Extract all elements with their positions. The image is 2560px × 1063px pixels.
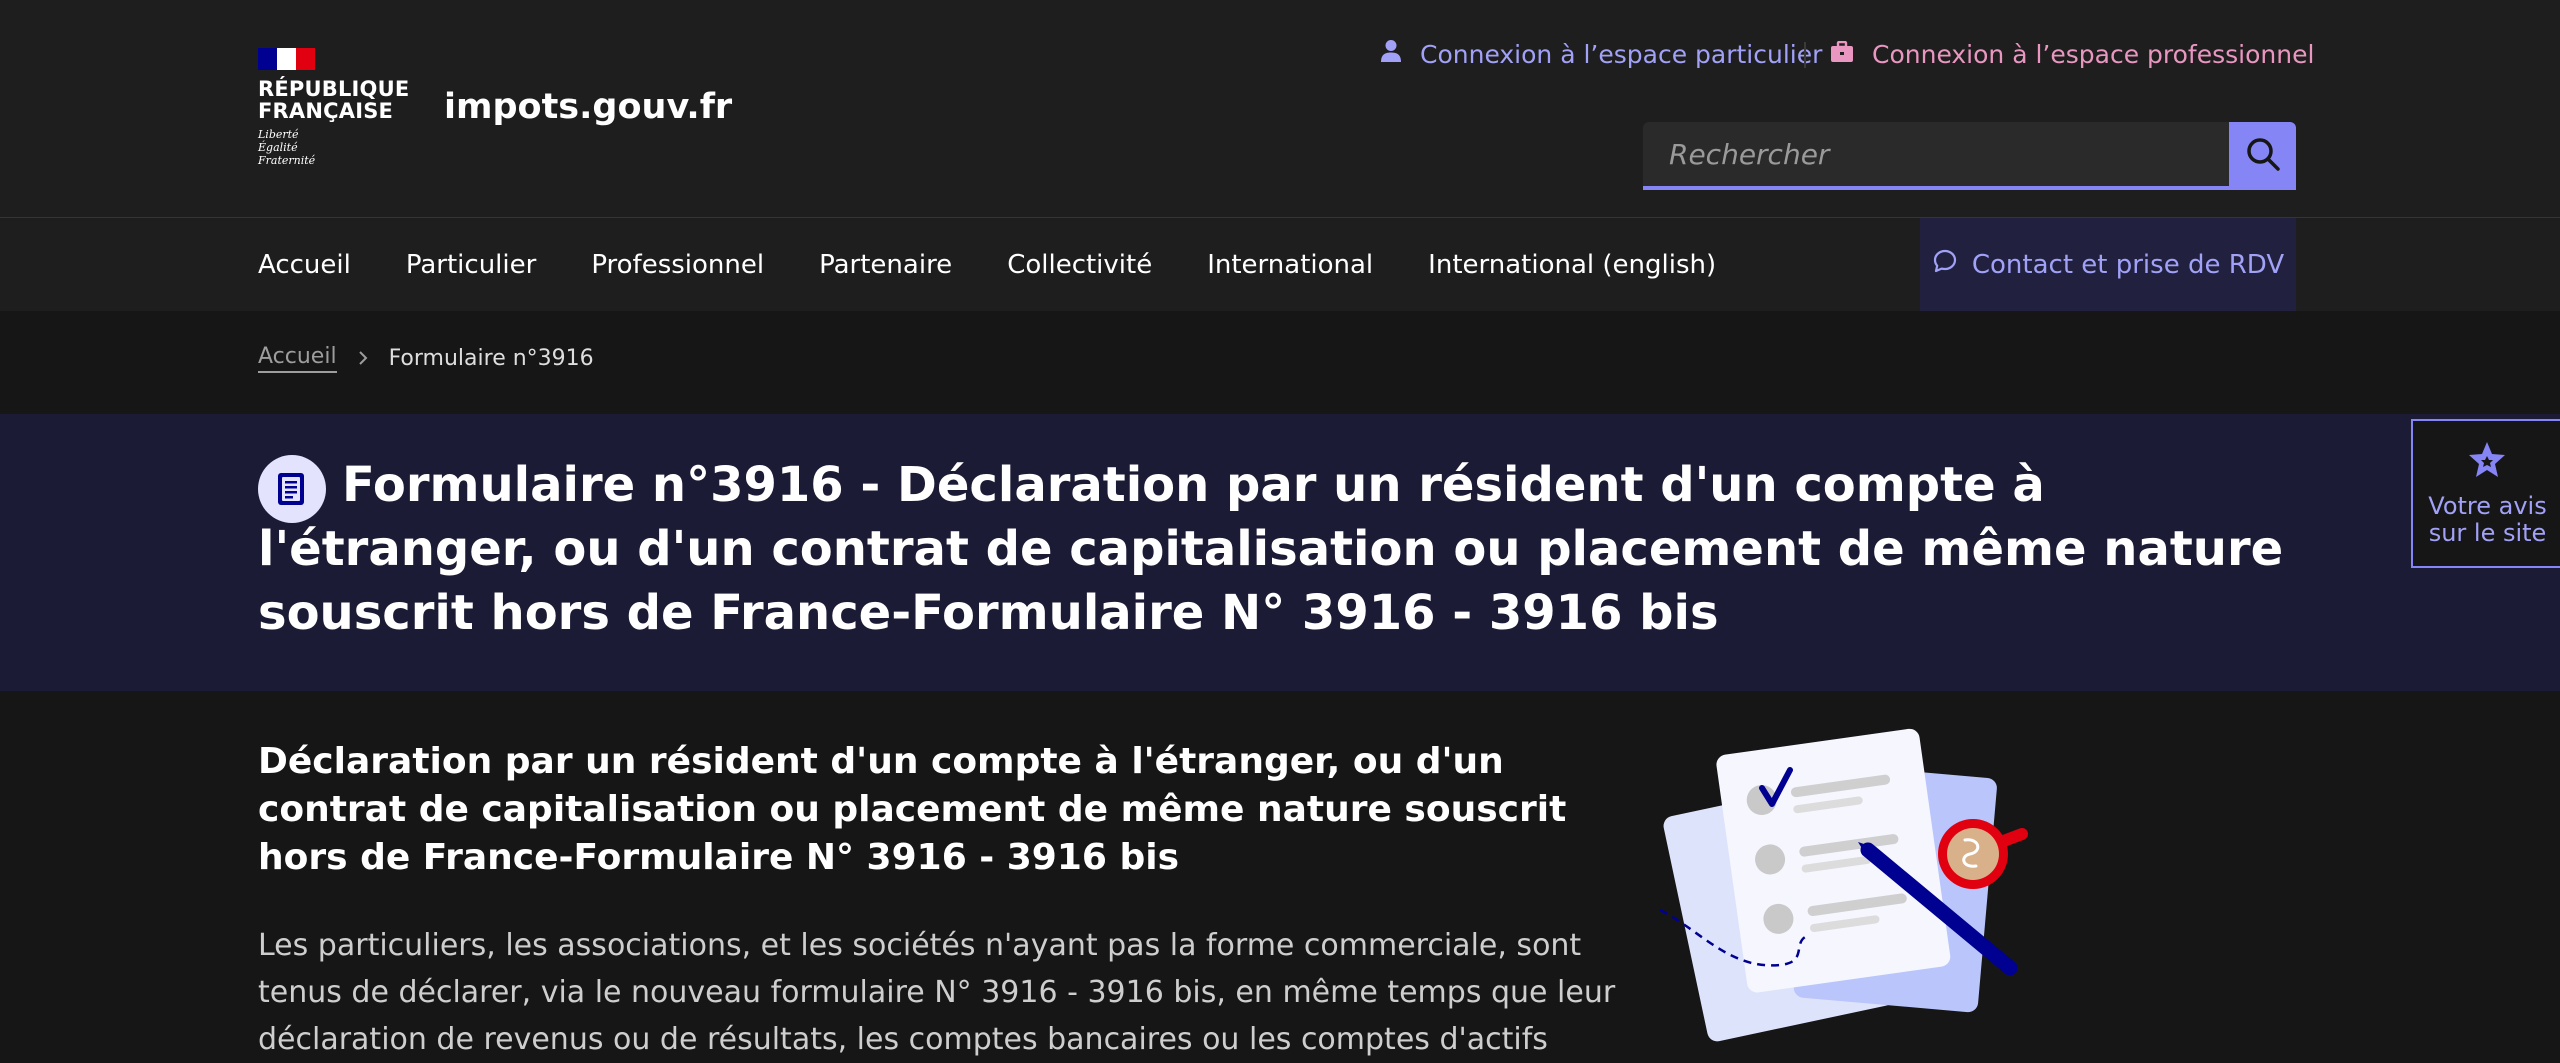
star-icon [2466, 439, 2508, 487]
link-espace-professionnel-label: Connexion à l’espace professionnel [1872, 39, 2315, 69]
breadcrumb: Accueil Formulaire n°3916 [258, 340, 594, 376]
search-input[interactable] [1643, 122, 2229, 190]
nav-items: Accueil Particulier Professionnel Parten… [258, 218, 1771, 311]
nav-item-accueil[interactable]: Accueil [258, 250, 351, 280]
search-icon [2245, 136, 2281, 176]
republique-francaise-logo[interactable]: RÉPUBLIQUE FRANÇAISE Liberté Égalité Fra… [258, 48, 409, 172]
section-paragraph: Les particuliers, les associations, et l… [258, 928, 1616, 1057]
page: RÉPUBLIQUE FRANÇAISE Liberté Égalité Fra… [0, 0, 2560, 1059]
chevron-right-icon [357, 350, 369, 366]
nav-item-international-english[interactable]: International (english) [1428, 250, 1716, 280]
page-title: Formulaire n°3916 - Déclaration par un r… [258, 457, 2284, 641]
nav-item-partenaire[interactable]: Partenaire [819, 250, 952, 280]
nav-item-collectivite[interactable]: Collectivité [1007, 250, 1152, 280]
contact-rdv-button[interactable]: Contact et prise de RDV [1920, 218, 2296, 311]
nav-item-particulier[interactable]: Particulier [406, 250, 536, 280]
french-flag-icon [258, 48, 315, 70]
briefcase-icon [1830, 40, 1854, 69]
link-espace-professionnel[interactable]: Connexion à l’espace professionnel [1830, 36, 2314, 72]
chat-bubble-icon [1932, 248, 1958, 281]
site-name[interactable]: impots.gouv.fr [444, 86, 732, 128]
breadcrumb-current: Formulaire n°3916 [388, 345, 594, 371]
feedback-button[interactable]: Votre avis sur le site [2411, 419, 2560, 568]
header-link-divider [1804, 42, 1806, 68]
section-title: Déclaration par un résident d'un compte … [258, 741, 1567, 878]
breadcrumb-home-link[interactable]: Accueil [258, 344, 337, 373]
republic-motto: Liberté Égalité Fraternité [258, 128, 316, 167]
search-bar [1643, 122, 2296, 190]
link-espace-particulier-label: Connexion à l’espace particulier [1420, 39, 1823, 69]
form-illustration-icon [1640, 720, 2050, 1050]
search-button[interactable] [2229, 122, 2296, 190]
user-icon [1380, 39, 1402, 69]
republic-name: RÉPUBLIQUE FRANÇAISE [258, 77, 410, 123]
link-espace-particulier[interactable]: Connexion à l’espace particulier [1380, 36, 1822, 72]
feedback-label: Votre avis sur le site [2428, 492, 2547, 547]
nav-item-international[interactable]: International [1207, 250, 1373, 280]
header: RÉPUBLIQUE FRANÇAISE Liberté Égalité Fra… [0, 0, 2560, 217]
nav-item-professionnel[interactable]: Professionnel [591, 250, 764, 280]
contact-rdv-label: Contact et prise de RDV [1971, 249, 2285, 280]
main-navigation: Accueil Particulier Professionnel Parten… [0, 218, 2560, 311]
